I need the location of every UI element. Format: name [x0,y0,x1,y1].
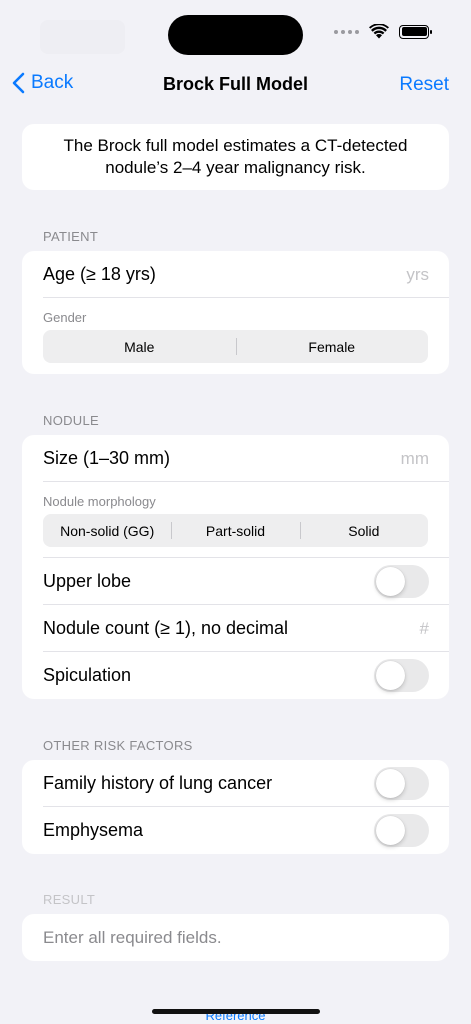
intro-text: The Brock full model estimates a CT-dete… [63,136,408,177]
toggle-knob [376,567,405,596]
morphology-option-non-solid[interactable]: Non-solid (GG) [43,514,171,547]
home-indicator [152,1009,320,1014]
battery-icon [399,24,432,39]
wifi-icon [369,24,389,39]
morphology-option-part-solid[interactable]: Part-solid [171,514,299,547]
status-icons [334,24,432,39]
emphysema-row: Emphysema [22,807,449,854]
spiculation-toggle[interactable] [374,659,429,692]
section-header-patient: PATIENT [43,229,99,244]
intro-card: The Brock full model estimates a CT-dete… [22,124,449,190]
age-label: Age (≥ 18 yrs) [43,264,156,284]
size-label: Size (1–30 mm) [43,448,171,468]
family-history-toggle[interactable] [374,767,429,800]
section-header-other-risk-factors: OTHER RISK FACTORS [43,738,193,753]
size-input[interactable]: mm [401,449,429,469]
morphology-option-solid[interactable]: Solid [299,514,428,547]
morphology-label: Nodule morphology [43,494,156,509]
navigation-bar: Back Brock Full Model Reset [0,62,471,106]
upper-lobe-toggle[interactable] [374,565,429,598]
nodule-count-input[interactable]: # [420,619,429,639]
result-card: Enter all required fields. [22,914,449,961]
divider [43,481,449,482]
signal-dots-icon [334,29,359,34]
other-risk-card: Family history of lung cancer Emphysema [22,760,449,854]
nodule-count-label: Nodule count (≥ 1), no decimal [43,618,289,638]
family-history-row: Family history of lung cancer [22,760,449,807]
family-history-label: Family history of lung cancer [43,773,273,793]
dynamic-island [168,15,303,55]
emphysema-label: Emphysema [43,820,144,840]
divider [43,297,449,298]
result-text: Enter all required fields. [43,927,222,947]
status-time-blur [40,20,125,54]
section-header-result: RESULT [43,892,96,907]
gender-segmented-control[interactable]: Male Female [43,330,428,363]
spiculation-label: Spiculation [43,665,132,685]
spacer [22,547,449,558]
spiculation-row: Spiculation [22,652,449,699]
gender-option-male[interactable]: Male [43,330,236,363]
result-row: Enter all required fields. [22,914,449,961]
size-row[interactable]: Size (1–30 mm) mm [22,435,449,482]
nodule-count-row[interactable]: Nodule count (≥ 1), no decimal # [22,605,449,652]
morphology-segmented-control[interactable]: Non-solid (GG) Part-solid Solid [43,514,428,547]
emphysema-toggle[interactable] [374,814,429,847]
section-header-nodule: NODULE [43,413,99,428]
upper-lobe-label: Upper lobe [43,571,132,591]
toggle-knob [376,661,405,690]
reset-button[interactable]: Reset [399,74,449,96]
age-row[interactable]: Age (≥ 18 yrs) yrs [22,251,449,298]
age-input[interactable]: yrs [406,265,429,285]
toggle-knob [376,769,405,798]
gender-option-female[interactable]: Female [235,330,429,363]
upper-lobe-row: Upper lobe [22,558,449,605]
nodule-card: Size (1–30 mm) mm Nodule morphology Non-… [22,435,449,699]
gender-label: Gender [43,310,87,325]
toggle-knob [376,816,405,845]
status-bar [0,0,471,70]
patient-card: Age (≥ 18 yrs) yrs Gender Male Female [22,251,449,374]
